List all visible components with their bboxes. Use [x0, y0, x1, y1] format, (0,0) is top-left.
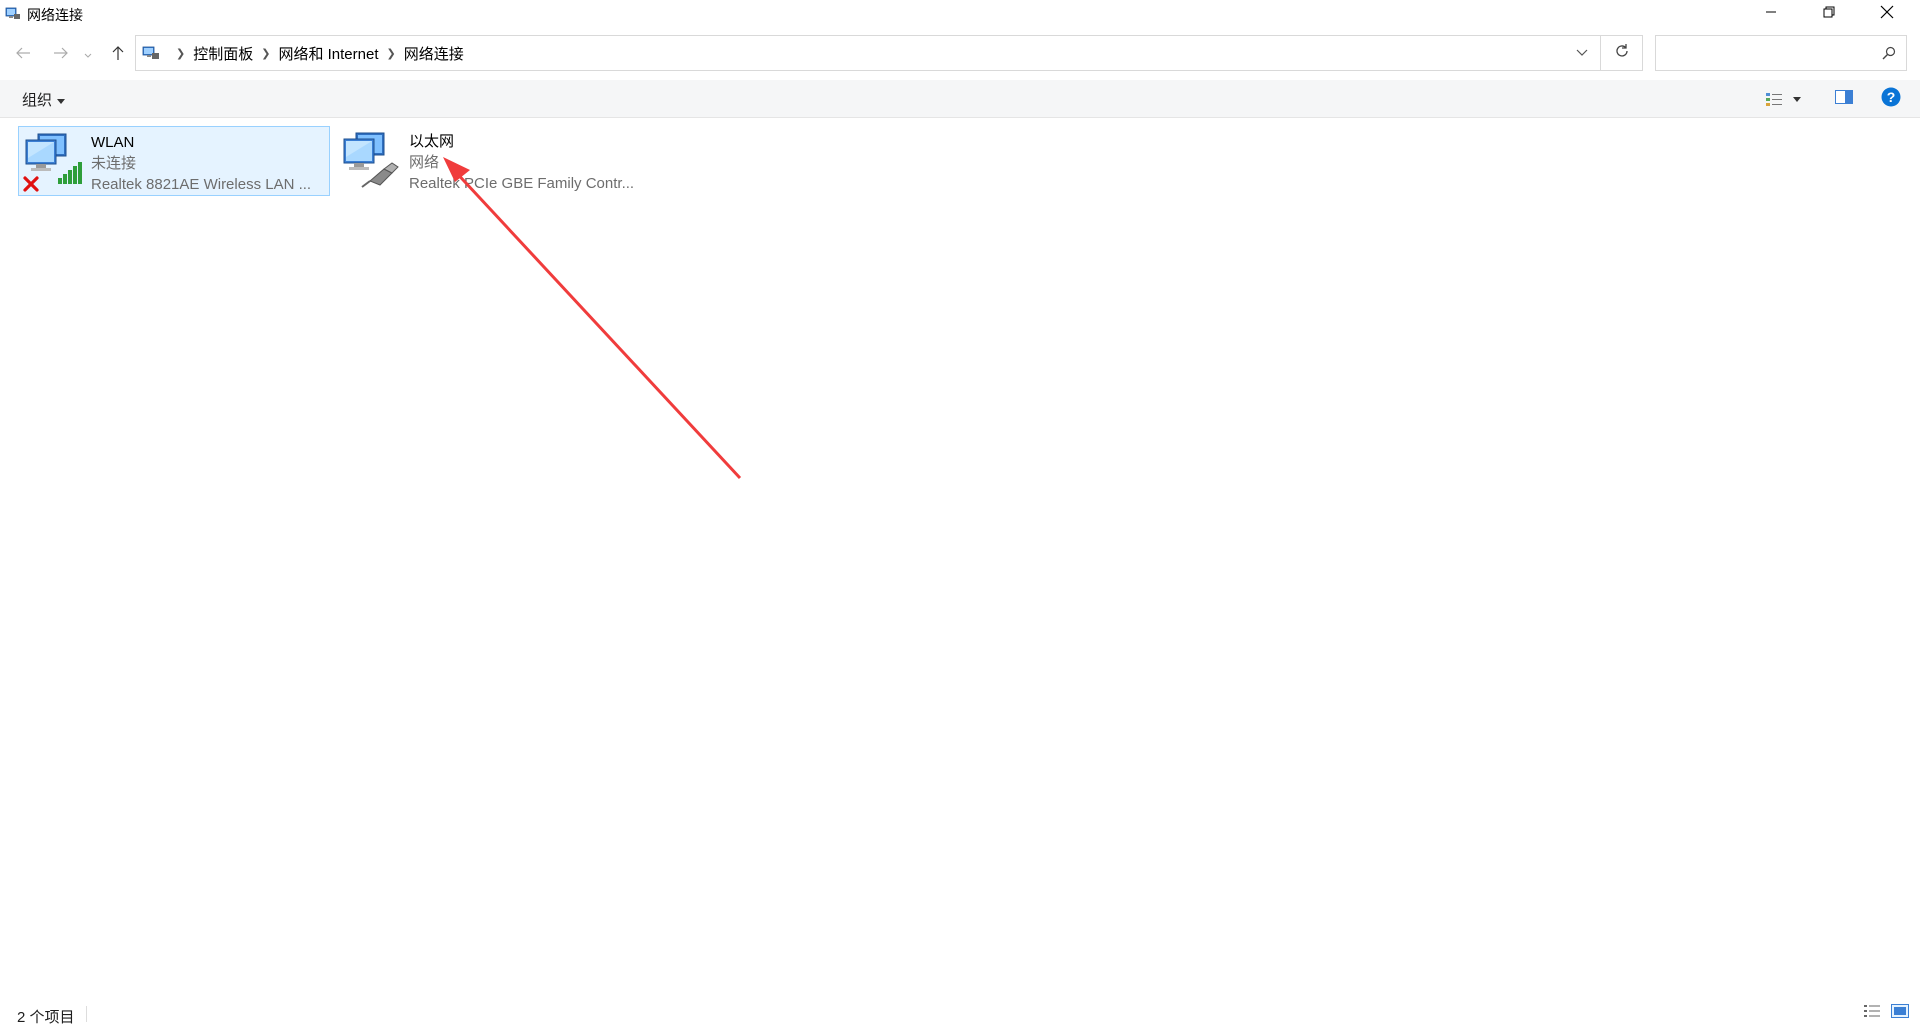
restore-button[interactable]: [1800, 0, 1858, 28]
preview-pane-button[interactable]: [1833, 89, 1855, 109]
disconnected-x-icon: [22, 175, 40, 198]
connection-status: 网络: [409, 154, 440, 171]
status-divider: [86, 1006, 87, 1022]
breadcrumb-network-connections[interactable]: 网络连接: [404, 43, 464, 64]
connection-device: Realtek 8821AE Wireless LAN ...: [91, 176, 312, 193]
details-view-button[interactable]: [1862, 1004, 1882, 1022]
connection-item-ethernet[interactable]: 以太网 网络 Realtek PCIe GBE Family Contr...: [337, 126, 649, 196]
organize-menu-button[interactable]: 组织: [22, 89, 66, 110]
search-icon[interactable]: [1882, 46, 1896, 65]
help-icon: ?: [1881, 87, 1901, 112]
change-view-button[interactable]: [1763, 89, 1803, 109]
back-button[interactable]: [11, 43, 35, 67]
window-title: 网络连接: [27, 7, 83, 23]
restore-icon: [1823, 5, 1835, 23]
minimize-button[interactable]: [1742, 0, 1800, 28]
chevron-right-icon: ❯: [176, 47, 186, 60]
ethernet-adapter-icon: [340, 129, 402, 191]
address-history-dropdown[interactable]: [1564, 36, 1600, 70]
chevron-right-icon[interactable]: ❯: [387, 47, 396, 60]
arrow-left-icon: [15, 46, 31, 64]
up-button[interactable]: [106, 43, 130, 67]
command-bar: 组织 ?: [0, 80, 1920, 118]
arrow-up-icon: [112, 45, 124, 66]
help-button[interactable]: ?: [1880, 87, 1902, 112]
connection-status: 未连接: [91, 155, 137, 172]
breadcrumb-control-panel[interactable]: 控制面板: [193, 43, 253, 64]
refresh-button[interactable]: [1601, 35, 1643, 71]
chevron-down-icon: [1576, 44, 1588, 62]
chevron-right-icon[interactable]: ❯: [261, 47, 270, 60]
status-bar: 2 个项目: [0, 1000, 1920, 1030]
large-icons-view-icon: [1891, 1003, 1909, 1023]
preview-pane-icon: [1835, 89, 1853, 109]
breadcrumb: ❯ 控制面板 ❯ 网络和 Internet ❯ 网络连接: [142, 36, 464, 70]
item-count: 2 个项目: [17, 1009, 75, 1026]
refresh-icon: [1614, 43, 1630, 64]
title-bar: 网络连接: [0, 0, 1920, 28]
forward-button[interactable]: [49, 43, 73, 67]
recent-locations-button[interactable]: [80, 43, 96, 67]
organize-label: 组织: [22, 92, 53, 109]
arrow-right-icon: [53, 46, 69, 64]
svg-text:?: ?: [1887, 89, 1896, 105]
connection-name: WLAN: [91, 134, 135, 151]
network-connections-app-icon: [5, 6, 21, 22]
close-icon: [1880, 5, 1894, 24]
caret-down-icon: [57, 91, 66, 108]
connection-text: 以太网 网络 Realtek PCIe GBE Family Contr...: [409, 131, 634, 194]
details-view-icon: [1863, 1004, 1881, 1023]
breadcrumb-network-internet[interactable]: 网络和 Internet: [278, 43, 378, 64]
connection-name: 以太网: [409, 133, 455, 150]
control-panel-icon: [142, 45, 160, 61]
search-input[interactable]: [1662, 42, 1862, 64]
chevron-down-icon: [84, 46, 92, 64]
close-window-button[interactable]: [1858, 0, 1916, 28]
connection-device: Realtek PCIe GBE Family Contr...: [409, 175, 635, 192]
search-box[interactable]: [1655, 35, 1907, 71]
connection-item-wlan[interactable]: WLAN 未连接 Realtek 8821AE Wireless LAN ...: [18, 126, 330, 196]
large-icons-view-button[interactable]: [1890, 1003, 1910, 1023]
address-bar[interactable]: ❯ 控制面板 ❯ 网络和 Internet ❯ 网络连接: [135, 35, 1601, 71]
minimize-icon: [1765, 5, 1777, 23]
view-options-icon: [1765, 91, 1801, 107]
connection-text: WLAN 未连接 Realtek 8821AE Wireless LAN ...: [91, 132, 311, 195]
